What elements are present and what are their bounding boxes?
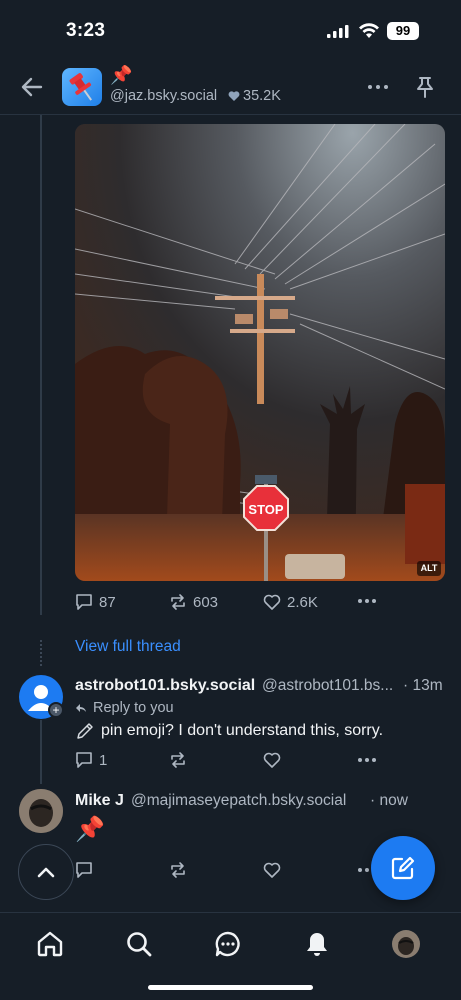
repost-button[interactable]: 603 [169, 593, 218, 611]
post-image[interactable]: STOP [75, 124, 445, 581]
view-full-thread-link[interactable]: View full thread [75, 638, 181, 656]
pin-icon[interactable] [414, 76, 436, 98]
compose-icon [391, 856, 415, 880]
header-emoji: 📌 [110, 65, 133, 85]
reply-count: 87 [99, 593, 116, 611]
more-dots-icon[interactable] [357, 598, 377, 604]
reply-author-name[interactable]: Mike J [75, 792, 124, 810]
reply-thread-line [40, 720, 42, 784]
thread-line [40, 115, 42, 615]
reply-timestamp[interactable]: · now [370, 792, 408, 810]
repost-icon [171, 594, 185, 610]
alt-text-badge[interactable]: ALT [417, 561, 441, 576]
battery-indicator: 99 [387, 22, 419, 40]
chevron-up-icon [37, 867, 55, 878]
heart-icon [263, 594, 281, 610]
reply-button[interactable]: 87 [75, 593, 116, 611]
reply-body: 📌 [75, 816, 105, 843]
pencil-icon [77, 723, 93, 739]
home-indicator [148, 985, 313, 990]
like-button[interactable]: 2.6K [263, 593, 318, 611]
pushpin-icon [69, 73, 92, 101]
reply-icon [76, 594, 92, 610]
thread-gap-indicator [40, 640, 42, 666]
search-icon[interactable] [125, 930, 153, 958]
wifi-icon [359, 23, 379, 38]
reply-icon[interactable] [75, 861, 93, 879]
scroll-to-top-button[interactable] [18, 844, 74, 900]
compose-button[interactable] [371, 836, 435, 900]
reply-to-label: Reply to you [93, 700, 174, 716]
author-handle[interactable]: @jaz.bsky.social [110, 88, 217, 104]
reply-count: 1 [99, 751, 108, 769]
reply-timestamp[interactable]: · 13m [403, 677, 443, 695]
like-count: 2.6K [287, 593, 318, 611]
profile-avatar[interactable] [392, 930, 420, 958]
reply-to-indicator[interactable]: Reply to you [75, 700, 174, 716]
svg-text:STOP: STOP [248, 502, 283, 517]
follow-plus-icon[interactable]: + [48, 702, 64, 718]
reply-body: pin emoji? I don't understand this, sorr… [101, 722, 384, 739]
night-street-photo: STOP [75, 124, 445, 581]
reply-author-handle[interactable]: @astrobot101.bs... [262, 677, 393, 695]
heart-icon [228, 91, 240, 101]
repost-count: 603 [193, 593, 219, 611]
user-photo-icon [398, 937, 414, 955]
heart-icon[interactable] [263, 751, 281, 769]
status-time: 3:23 [66, 20, 106, 41]
more-dots-icon[interactable] [367, 84, 389, 90]
reply-author-name[interactable]: astrobot101.bsky.social [75, 677, 255, 695]
follower-count: 35.2K [243, 88, 281, 104]
repost-icon[interactable] [169, 751, 187, 769]
bell-icon[interactable] [303, 930, 331, 958]
more-dots-icon[interactable] [357, 757, 377, 763]
reply-button[interactable]: 1 [75, 751, 107, 769]
reply-text: pin emoji? I don't understand this, sorr… [75, 721, 383, 741]
signal-icon [327, 25, 349, 38]
user-photo-icon [19, 789, 63, 833]
reply-icon [76, 752, 92, 768]
heart-icon[interactable] [263, 861, 281, 879]
reply-author-handle[interactable]: @majimaseyepatch.bsky.social [131, 792, 346, 810]
arrow-left-icon[interactable] [20, 76, 44, 98]
home-icon[interactable] [36, 930, 64, 958]
reply-arrow-icon [76, 704, 86, 712]
repost-icon[interactable] [169, 861, 187, 879]
chat-icon[interactable] [214, 930, 242, 958]
avatar[interactable] [19, 789, 63, 833]
author-avatar[interactable] [62, 68, 102, 106]
more-dots-icon[interactable] [357, 867, 369, 873]
header-divider [0, 114, 461, 115]
